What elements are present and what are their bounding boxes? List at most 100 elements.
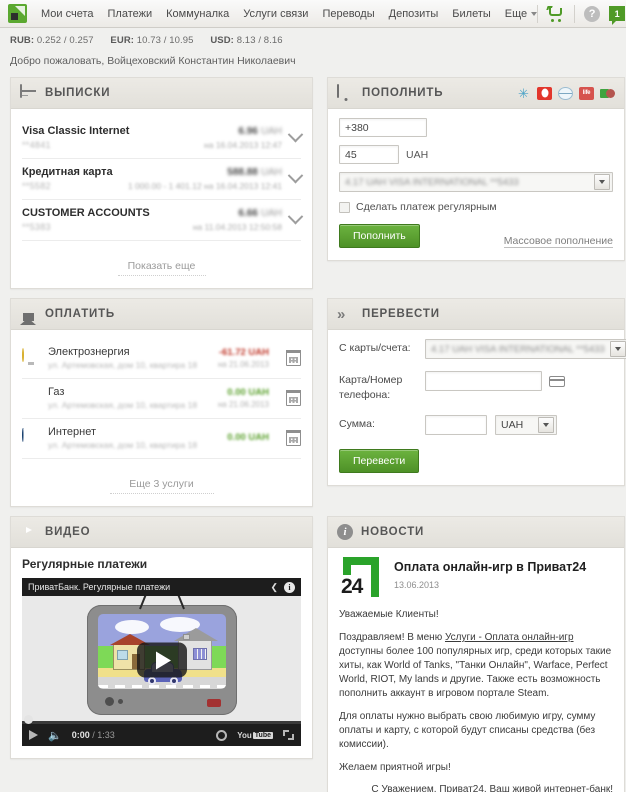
topup-panel: ПОПОЛНИТЬ ✳ life UAH 4.17 UAH VISA INTER… bbox=[327, 77, 625, 261]
chevron-down-icon[interactable] bbox=[538, 417, 554, 433]
calendar-icon[interactable] bbox=[285, 430, 301, 446]
amount-input[interactable] bbox=[339, 145, 399, 164]
statements-body: Visa Classic Internet **4841 6.96 UAH на … bbox=[11, 109, 312, 288]
source-card-select[interactable]: 4.17 UAH VISA INTERNATIONAL **5433 bbox=[339, 172, 613, 192]
youtube-logo-icon[interactable]: You Tube bbox=[237, 731, 273, 740]
chevron-down-icon[interactable] bbox=[287, 208, 304, 225]
pay-body: Электрознергия ул. Артемовская, дом 10, … bbox=[11, 330, 312, 506]
transfer-amount-input[interactable] bbox=[425, 415, 487, 435]
bulk-topup-link[interactable]: Массовое пополнение bbox=[503, 235, 613, 248]
credit-card-icon[interactable] bbox=[548, 375, 565, 387]
transfer-to-input[interactable] bbox=[425, 371, 542, 391]
gas-flame-icon bbox=[22, 389, 39, 408]
service-row[interactable]: Газ ул. Артемовская, дом 10, квартира 18… bbox=[22, 379, 301, 419]
chevron-down-icon[interactable] bbox=[594, 174, 610, 190]
account-row[interactable]: Кредитная карта **5582 588.88 UAH 1 000.0… bbox=[22, 159, 304, 200]
main-nav-links: Мои счета Платежи Коммуналка Услуги связ… bbox=[41, 7, 538, 20]
kyivstar-icon[interactable]: ✳ bbox=[516, 87, 531, 100]
pay-header: ОПЛАТИТЬ bbox=[11, 299, 312, 330]
nav-item-transfers[interactable]: Переводы bbox=[322, 8, 374, 20]
messages-icon[interactable]: 1 bbox=[609, 6, 626, 25]
rate-eur: EUR: 10.73 / 10.95 bbox=[110, 35, 193, 46]
account-row[interactable]: Visa Classic Internet **4841 6.96 UAH на … bbox=[22, 118, 304, 159]
video-duration: 1:33 bbox=[97, 730, 115, 740]
privat24-brand-logo: 24 bbox=[339, 557, 383, 599]
help-question-icon[interactable]: ? bbox=[584, 5, 601, 22]
info-icon[interactable]: i bbox=[284, 581, 295, 593]
service-amount: 0.00 UAH bbox=[227, 431, 269, 443]
transfer-panel: » ПЕРЕВЕСТИ С карты/счета: 4.17 UAH VISA… bbox=[327, 298, 626, 486]
nav-item-more[interactable]: Еще bbox=[504, 7, 538, 20]
nav-item-tickets[interactable]: Билеты bbox=[452, 8, 490, 20]
divider bbox=[574, 4, 576, 23]
chevron-down-icon[interactable] bbox=[287, 126, 304, 143]
chevron-down-icon[interactable] bbox=[609, 341, 626, 357]
account-info: CUSTOMER ACCOUNTS **5383 bbox=[22, 207, 193, 232]
account-balance-block: 588.88 UAH 1 000.00 - 1 401.12 на 16.04.2… bbox=[128, 167, 282, 191]
rate-eur-value: 10.73 / 10.95 bbox=[136, 35, 194, 46]
pay-title: ОПЛАТИТЬ bbox=[45, 308, 115, 320]
show-more-accounts-link[interactable]: Показать еще bbox=[117, 249, 206, 276]
service-name: Газ bbox=[48, 386, 65, 398]
news-date: 13.06.2013 bbox=[394, 580, 440, 590]
topup-submit-button[interactable]: Пополнить bbox=[339, 224, 420, 248]
shopping-cart-icon[interactable] bbox=[546, 6, 565, 22]
chevron-down-icon[interactable] bbox=[287, 167, 304, 184]
video-panel: ВИДЕО Регулярные платежи ПриватБанк. Рег… bbox=[10, 516, 313, 759]
volume-icon[interactable]: 🔈 bbox=[48, 729, 62, 742]
calendar-icon[interactable] bbox=[285, 350, 301, 366]
service-name: Интернет bbox=[48, 426, 96, 438]
peoplenet-icon[interactable] bbox=[600, 87, 615, 100]
transfer-submit-button[interactable]: Перевести bbox=[339, 449, 420, 473]
nav-item-utilities[interactable]: Коммуналка bbox=[166, 8, 229, 20]
nav-item-payments[interactable]: Платежи bbox=[108, 8, 153, 20]
play-icon[interactable] bbox=[29, 730, 38, 740]
settings-gear-icon[interactable] bbox=[216, 729, 228, 741]
nav-item-deposits[interactable]: Депозиты bbox=[389, 8, 439, 20]
regular-payment-row: Сделать платеж регулярным bbox=[339, 201, 613, 213]
transfer-from-label: С карты/счета: bbox=[339, 342, 411, 354]
transfer-title: ПЕРЕВЕСТИ bbox=[362, 308, 440, 320]
calendar-icon[interactable] bbox=[285, 390, 301, 406]
regular-payment-checkbox[interactable] bbox=[339, 201, 350, 213]
video-player[interactable]: ПриватБанк. Регулярные платежи ❮ i 🔈 0:0… bbox=[22, 578, 301, 746]
djuice-icon[interactable] bbox=[558, 86, 573, 100]
nav-item-my-accounts[interactable]: Мои счета bbox=[41, 8, 94, 20]
nav-more-label: Еще bbox=[504, 7, 528, 20]
transfer-form: С карты/счета: 4.17 UAH VISA INTERNATION… bbox=[339, 339, 626, 435]
credit-card-icon bbox=[20, 83, 37, 102]
service-row[interactable]: Интернет ул. Артемовская, дом 10, кварти… bbox=[22, 419, 301, 459]
service-amount: -61.72 UAH bbox=[218, 347, 269, 358]
service-amount-block: 0.00 UAH на 21.06.2013 bbox=[218, 387, 269, 409]
transfer-header: » ПЕРЕВЕСТИ bbox=[328, 299, 624, 330]
video-play-button[interactable] bbox=[136, 642, 187, 678]
transfer-from-select[interactable]: 4.17 UAH VISA INTERNATIONAL **5433 bbox=[425, 339, 626, 359]
news-inline-link[interactable]: Услуги - Оплата онлайн-игр bbox=[445, 632, 574, 643]
privat24-logo-number: 24 bbox=[341, 575, 363, 599]
fullscreen-icon[interactable] bbox=[283, 730, 294, 740]
rate-rub-value: 0.252 / 0.257 bbox=[36, 35, 94, 46]
life-icon[interactable]: life bbox=[579, 86, 594, 100]
account-row[interactable]: CUSTOMER ACCOUNTS **5383 6.66 UAH на 11.0… bbox=[22, 200, 304, 241]
share-icon[interactable]: ❮ bbox=[270, 582, 278, 593]
privat24-logo[interactable] bbox=[8, 4, 27, 23]
nav-item-communication-services[interactable]: Услуги связи bbox=[243, 8, 308, 20]
video-seek-bar[interactable] bbox=[22, 715, 301, 724]
dashboard-grid: ВЫПИСКИ Visa Classic Internet **4841 6.9… bbox=[0, 77, 626, 792]
service-amount-block: -61.72 UAH на 21.06.2013 bbox=[218, 347, 269, 369]
phone-input[interactable] bbox=[339, 118, 427, 137]
rate-rub-code: RUB: bbox=[10, 35, 35, 46]
news-headline[interactable]: Оплата онлайн-игр в Приват24 bbox=[394, 560, 586, 574]
transfer-currency-select[interactable]: UAH bbox=[495, 415, 557, 435]
more-services-link[interactable]: Еще 3 услуги bbox=[109, 467, 214, 494]
video-stage[interactable] bbox=[22, 596, 301, 724]
currency-label: UAH bbox=[406, 148, 429, 161]
mts-icon[interactable] bbox=[537, 86, 552, 100]
internet-globe-icon bbox=[22, 427, 39, 448]
service-info: Электрознергия ул. Артемовская, дом 10, … bbox=[48, 346, 209, 370]
service-row[interactable]: Электрознергия ул. Артемовская, дом 10, … bbox=[22, 339, 301, 379]
service-name: Электрознергия bbox=[48, 346, 130, 358]
video-current-time: 0:00 bbox=[71, 730, 90, 740]
mobile-phone-icon bbox=[337, 83, 354, 102]
video-body: Регулярные платежи ПриватБанк. Регулярны… bbox=[11, 548, 312, 758]
